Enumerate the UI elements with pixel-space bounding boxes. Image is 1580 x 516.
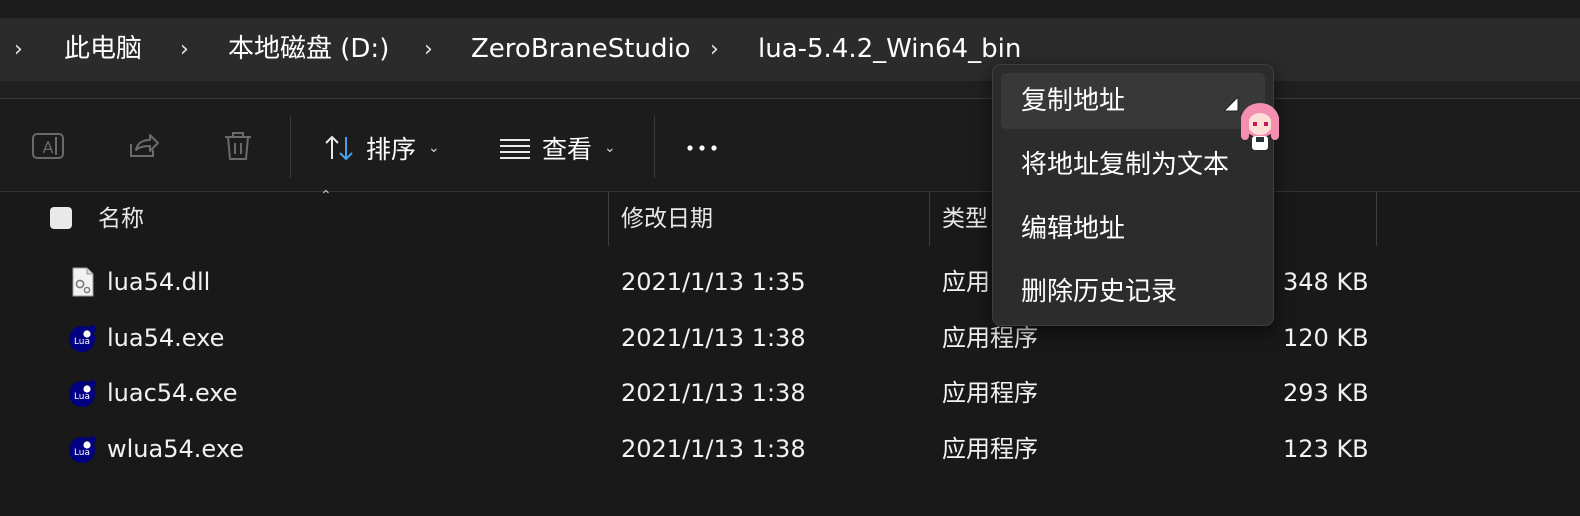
column-header-type[interactable]: 类型 [942, 192, 988, 248]
chevron-right-icon[interactable]: › [14, 18, 23, 81]
column-divider[interactable] [929, 192, 930, 246]
lua-icon-text: Lua [74, 392, 90, 402]
sort-ascending-icon: ⌃ [320, 188, 332, 204]
lua-icon: Lua [69, 325, 96, 352]
breadcrumb-item-local-disk[interactable]: 本地磁盘 (D:) [228, 18, 389, 81]
toolbar-divider [654, 116, 655, 178]
view-icon [500, 139, 530, 159]
divider [0, 191, 1580, 192]
more-icon[interactable] [684, 130, 720, 166]
file-size: 293 KB [1283, 379, 1369, 407]
file-type: 应用程序 [942, 379, 1038, 407]
file-explorer-window: › 此电脑 › 本地磁盘 (D:) › ZeroBraneStudio › lu… [0, 0, 1580, 516]
chevron-down-icon: ⌄ [428, 140, 440, 156]
chevron-right-icon[interactable]: › [180, 18, 189, 81]
column-divider[interactable] [1376, 192, 1377, 246]
delete-icon[interactable] [220, 128, 256, 164]
column-divider[interactable] [608, 192, 609, 246]
column-header-modified[interactable]: 修改日期 [621, 192, 713, 248]
breadcrumb-item-current-folder[interactable]: lua-5.4.2_Win64_bin [758, 18, 1021, 81]
lua-icon-text: Lua [74, 337, 90, 347]
select-all-checkbox[interactable] [50, 207, 72, 229]
file-row[interactable]: Lua luac54.exe 2021/1/13 1:38 应用程序 293 K… [0, 366, 1580, 421]
file-name: luac54.exe [107, 379, 238, 407]
menu-item-edit-address[interactable]: 编辑地址 [1001, 201, 1265, 257]
file-modified: 2021/1/13 1:38 [621, 435, 806, 463]
file-modified: 2021/1/13 1:38 [621, 324, 806, 352]
view-label: 查看 [542, 135, 593, 164]
file-name: wlua54.exe [107, 435, 244, 463]
file-type: 应用程序 [942, 435, 1038, 463]
breadcrumb-item-this-pc[interactable]: 此电脑 [64, 18, 142, 81]
file-type: 应用 [942, 268, 990, 296]
file-modified: 2021/1/13 1:35 [621, 268, 806, 296]
rename-icon[interactable]: A [30, 128, 66, 164]
share-icon[interactable] [126, 128, 162, 164]
chevron-down-icon: ⌄ [604, 140, 616, 156]
file-modified: 2021/1/13 1:38 [621, 379, 806, 407]
chevron-right-icon[interactable]: › [710, 18, 719, 81]
breadcrumb-item-zerobrane[interactable]: ZeroBraneStudio [471, 18, 691, 81]
breadcrumb[interactable]: › 此电脑 › 本地磁盘 (D:) › ZeroBraneStudio › lu… [0, 18, 1580, 81]
file-row[interactable]: lua54.dll 2021/1/13 1:35 应用 348 KB [0, 255, 1580, 310]
title-strip [0, 0, 1580, 18]
sort-label: 排序 [366, 135, 417, 164]
menu-item-delete-history[interactable]: 删除历史记录 [1001, 264, 1265, 320]
chevron-right-icon[interactable]: › [424, 18, 433, 81]
file-name: lua54.dll [107, 268, 211, 296]
svg-text:A: A [43, 138, 54, 157]
file-size: 123 KB [1283, 435, 1369, 463]
view-button[interactable]: 查看 ⌄ [498, 120, 616, 176]
menu-item-copy-address-as-text[interactable]: 将地址复制为文本 [1001, 137, 1265, 193]
lua-icon: Lua [69, 380, 96, 407]
file-row[interactable]: Lua wlua54.exe 2021/1/13 1:38 应用程序 123 K… [0, 422, 1580, 477]
file-size: 348 KB [1283, 268, 1369, 296]
address-bar-bottom-band [0, 81, 1580, 99]
lua-icon: Lua [69, 436, 96, 463]
sort-button[interactable]: 排序 ⌄ [322, 120, 440, 176]
anime-mascot-icon [1241, 103, 1279, 150]
toolbar-divider [290, 116, 291, 178]
column-header-name[interactable]: 名称 [98, 192, 144, 248]
sort-icon [325, 135, 353, 161]
file-name: lua54.exe [107, 324, 225, 352]
dll-file-icon [72, 267, 94, 297]
file-row[interactable]: Lua lua54.exe 2021/1/13 1:38 应用程序 120 KB [0, 311, 1580, 366]
lua-icon-text: Lua [74, 448, 90, 458]
file-size: 120 KB [1283, 324, 1369, 352]
